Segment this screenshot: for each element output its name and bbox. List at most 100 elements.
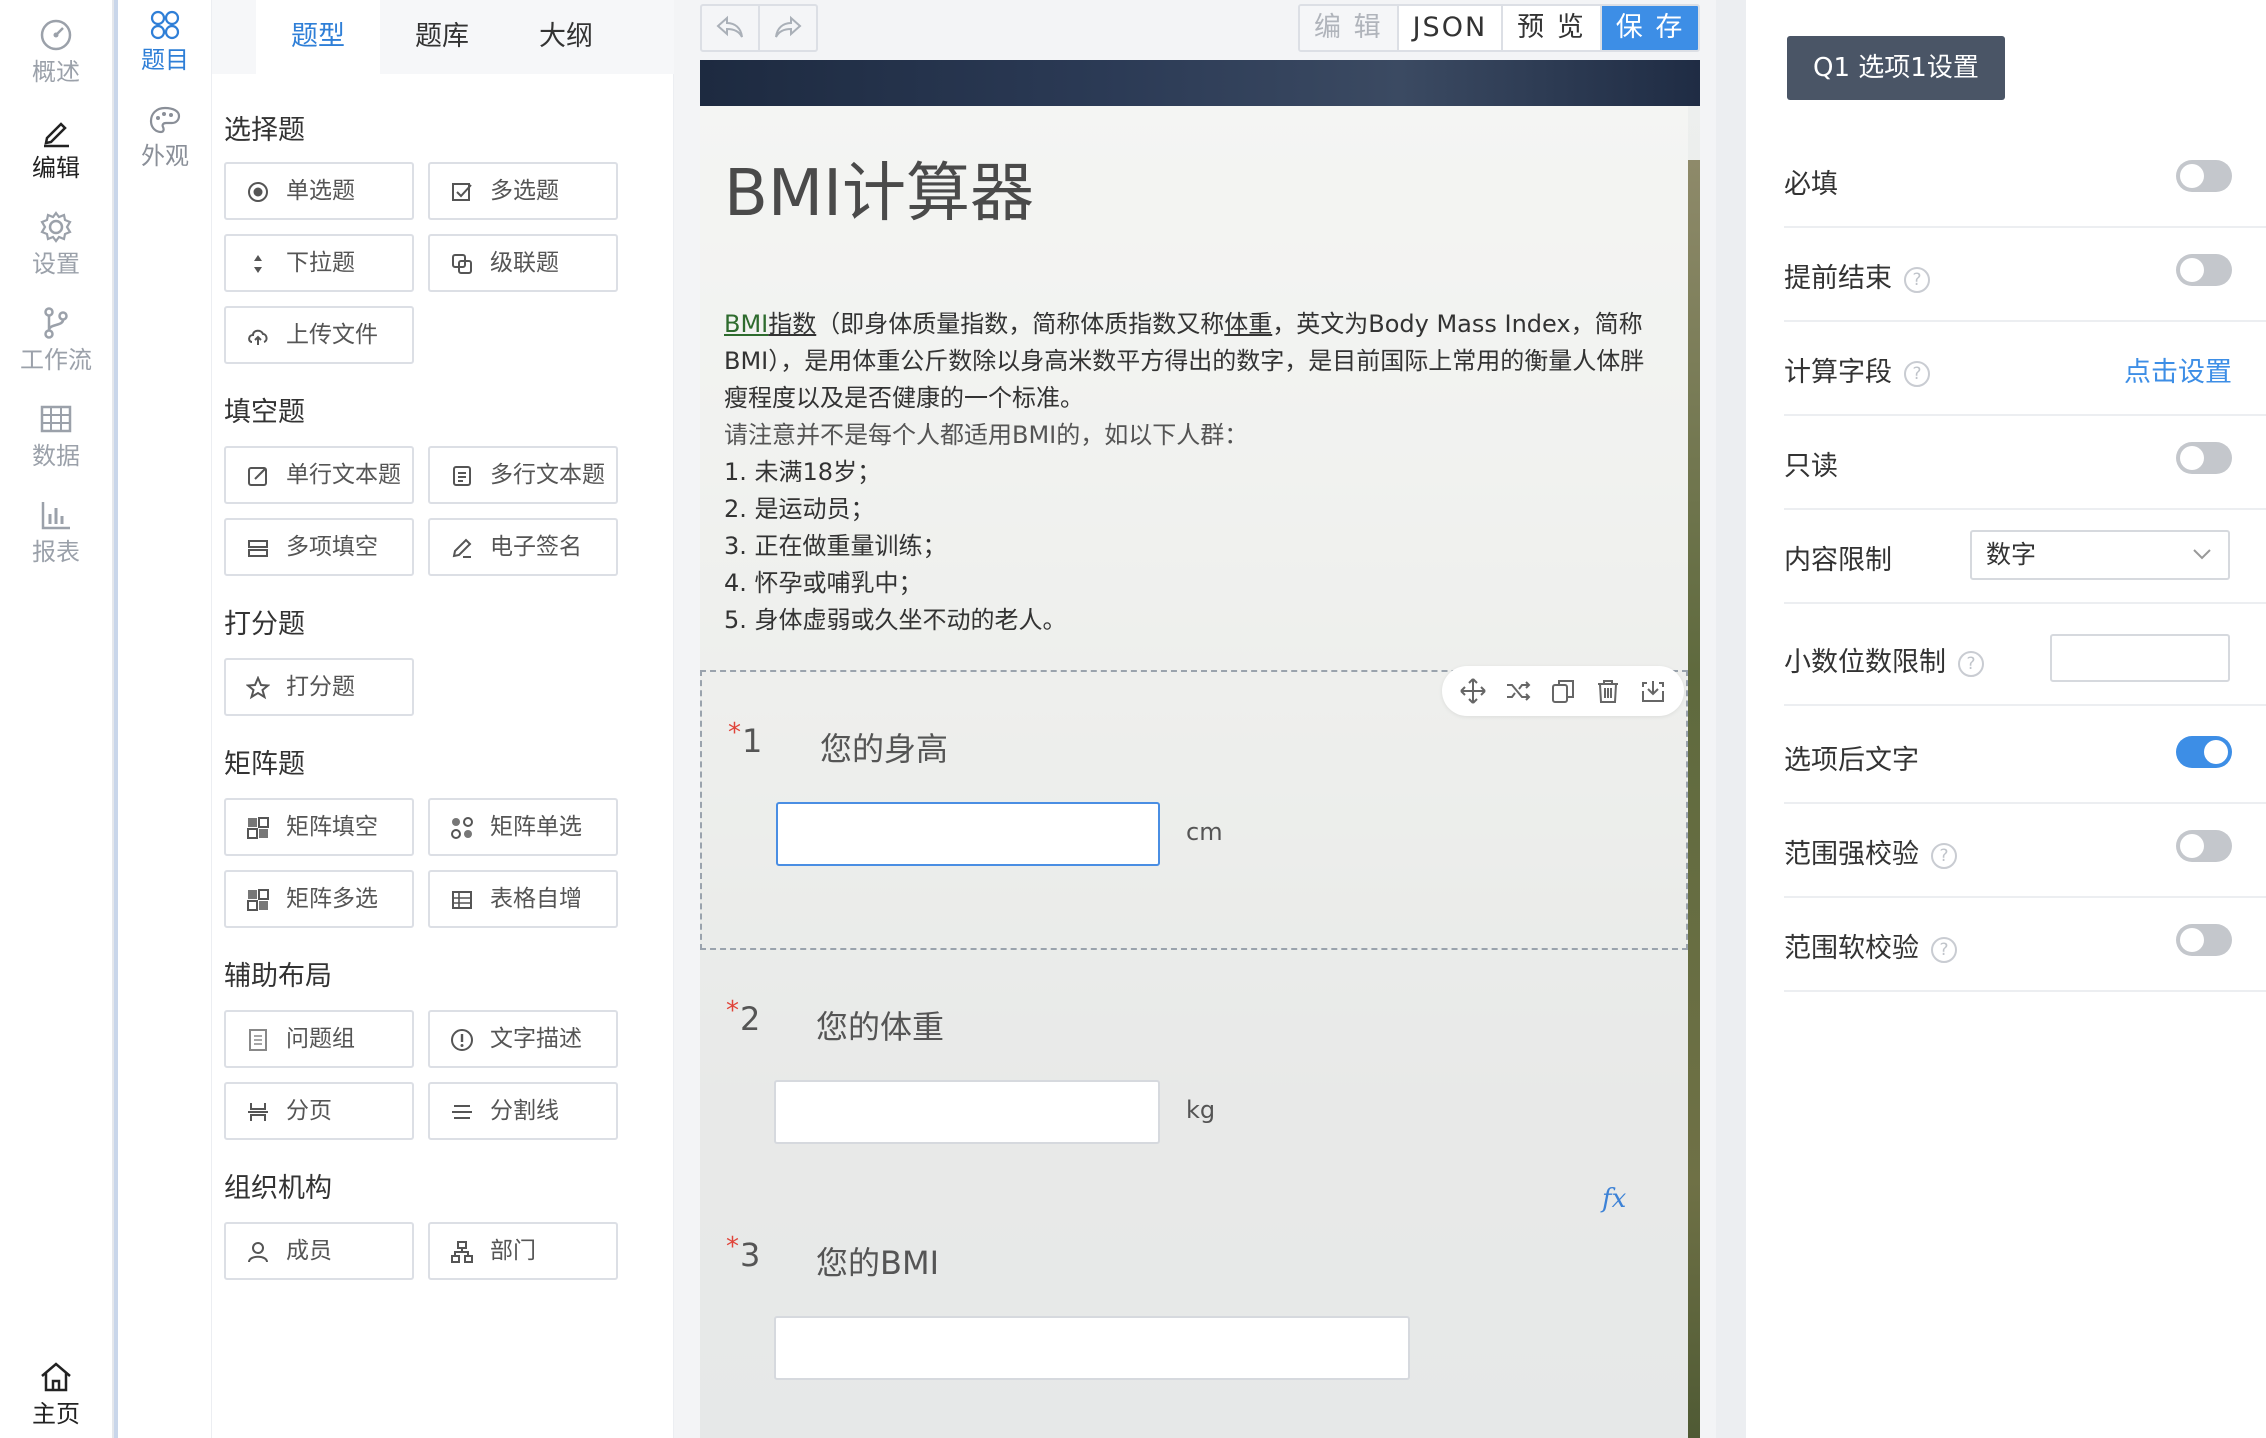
tab-outline[interactable]: 大纲 <box>504 0 628 74</box>
mode-switcher: 编 辑 JSON 预 览 保 存 <box>1298 4 1701 52</box>
matrix-multi-button[interactable]: 矩阵多选 <box>224 870 414 928</box>
nav-item-overview[interactable]: 概述 <box>0 18 112 86</box>
set-calc-link[interactable]: 点击设置 <box>2124 350 2232 389</box>
multi-fill-button[interactable]: 多项填空 <box>224 518 414 576</box>
help-icon[interactable]: ? <box>1958 651 1984 677</box>
e-signature-button[interactable]: 电子签名 <box>428 518 618 576</box>
json-mode-button[interactable]: JSON <box>1396 6 1502 50</box>
required-toggle[interactable] <box>2176 160 2232 192</box>
nav-label: 主页 <box>32 1400 80 1428</box>
redo-button[interactable] <box>758 6 816 50</box>
subnav-item-questions[interactable]: 题目 <box>118 8 212 74</box>
nav-label: 编辑 <box>32 154 80 182</box>
question-number: * 1 <box>728 718 763 760</box>
table-autoinc-button[interactable]: 表格自增 <box>428 870 618 928</box>
undo-icon <box>716 15 743 38</box>
nav-item-reports[interactable]: 报表 <box>0 498 112 566</box>
question-weight[interactable]: * 2 您的体重 kg <box>700 996 1688 1200</box>
cascade-button[interactable]: 级联题 <box>428 234 618 292</box>
multi-line-text-button[interactable]: 多行文本题 <box>428 446 618 504</box>
button-label: 打分题 <box>286 674 355 700</box>
index-link[interactable]: 指数 <box>768 310 816 338</box>
save-to-bank-button[interactable] <box>1639 677 1667 705</box>
matrix-fill-button[interactable]: 矩阵填空 <box>224 798 414 856</box>
move-button[interactable] <box>1459 677 1487 705</box>
tab-bank[interactable]: 题库 <box>380 0 504 74</box>
nav-label: 工作流 <box>20 346 92 374</box>
preview-button[interactable]: 预 览 <box>1501 6 1600 50</box>
weight-input[interactable] <box>774 1080 1160 1144</box>
setting-label: 内容限制 <box>1784 545 1892 576</box>
nav-item-workflow[interactable]: 工作流 <box>0 306 112 374</box>
setting-label: 小数位数限制? <box>1784 640 1984 679</box>
copy-icon <box>1551 680 1574 703</box>
matrix-checkbox-icon <box>247 889 269 911</box>
nav-item-edit[interactable]: 编辑 <box>0 114 112 182</box>
button-label: 文字描述 <box>490 1026 582 1052</box>
button-label: 上传文件 <box>286 322 378 348</box>
question-group-button[interactable]: 问题组 <box>224 1010 414 1068</box>
copy-button[interactable] <box>1549 677 1577 705</box>
number-text: 1 <box>742 722 763 760</box>
range-strict-toggle[interactable] <box>2176 830 2232 862</box>
upload-file-button[interactable]: 上传文件 <box>224 306 414 364</box>
gear-icon <box>40 211 72 243</box>
text-description-button[interactable]: 文字描述 <box>428 1010 618 1068</box>
help-icon[interactable]: ? <box>1904 361 1930 387</box>
tab-types[interactable]: 题型 <box>256 0 380 74</box>
label-text: 范围强校验 <box>1784 839 1919 870</box>
decimal-places-input[interactable] <box>2050 634 2230 682</box>
help-icon[interactable]: ? <box>1904 267 1930 293</box>
help-icon[interactable]: ? <box>1931 843 1957 869</box>
setting-decimal-limit: 小数位数限制? <box>1784 612 2266 706</box>
single-line-text-button[interactable]: 单行文本题 <box>224 446 414 504</box>
question-bmi[interactable]: * 3 您的BMI <box>700 1232 1688 1436</box>
cascade-icon <box>452 254 472 274</box>
save-button[interactable]: 保 存 <box>1599 6 1699 50</box>
delete-button[interactable] <box>1594 677 1622 705</box>
pencil-icon <box>44 122 69 148</box>
nav-item-settings[interactable]: 设置 <box>0 210 112 278</box>
home-icon <box>41 1362 71 1392</box>
rating-button[interactable]: 打分题 <box>224 658 414 716</box>
panel-tabs: 题型 题库 大纲 <box>212 0 674 74</box>
help-icon[interactable]: ? <box>1931 937 1957 963</box>
button-label: 部门 <box>490 1238 536 1264</box>
early-end-toggle[interactable] <box>2176 254 2232 286</box>
sub-nav: 题目 外观 <box>114 0 212 1438</box>
matrix-single-button[interactable]: 矩阵单选 <box>428 798 618 856</box>
member-button[interactable]: 成员 <box>224 1222 414 1280</box>
list-item: 4. 怀孕或哺乳中； <box>724 569 923 597</box>
multi-choice-button[interactable]: 多选题 <box>428 162 618 220</box>
form-title[interactable]: BMI计算器 <box>724 142 1034 234</box>
bmi-input[interactable] <box>774 1316 1410 1380</box>
shuffle-button[interactable] <box>1504 677 1532 705</box>
page-break-button[interactable]: 分页 <box>224 1082 414 1140</box>
suffix-text-toggle[interactable] <box>2176 736 2232 768</box>
subnav-label: 题目 <box>141 46 189 74</box>
bmi-link[interactable]: BMI <box>724 310 768 338</box>
setting-label: 范围软校验? <box>1784 926 1957 965</box>
divider-button[interactable]: 分割线 <box>428 1082 618 1140</box>
dropdown-button[interactable]: 下拉题 <box>224 234 414 292</box>
weight-link[interactable]: 体重 <box>1224 310 1272 338</box>
subnav-item-appearance[interactable]: 外观 <box>118 104 212 170</box>
section-title-choice: 选择题 <box>224 115 305 146</box>
inbox-download-icon <box>1642 681 1665 702</box>
canvas-scrollbar[interactable] <box>1716 0 1746 1438</box>
height-input[interactable] <box>776 802 1160 866</box>
range-soft-toggle[interactable] <box>2176 924 2232 956</box>
undo-button[interactable] <box>702 6 758 50</box>
single-choice-button[interactable]: 单选题 <box>224 162 414 220</box>
edit-mode-button[interactable]: 编 辑 <box>1300 6 1397 50</box>
readonly-toggle[interactable] <box>2176 442 2232 474</box>
nav-item-home[interactable]: 主页 <box>0 1360 112 1428</box>
formula-indicator[interactable]: fx <box>1602 1184 1626 1214</box>
content-limit-select[interactable]: 数字 <box>1970 530 2230 580</box>
info-circle-icon <box>451 1029 473 1051</box>
button-label: 多行文本题 <box>490 462 605 488</box>
setting-label: 计算字段? <box>1784 350 1930 389</box>
question-height[interactable]: * 1 您的身高 cm <box>700 666 1688 950</box>
nav-item-data[interactable]: 数据 <box>0 402 112 470</box>
department-button[interactable]: 部门 <box>428 1222 618 1280</box>
